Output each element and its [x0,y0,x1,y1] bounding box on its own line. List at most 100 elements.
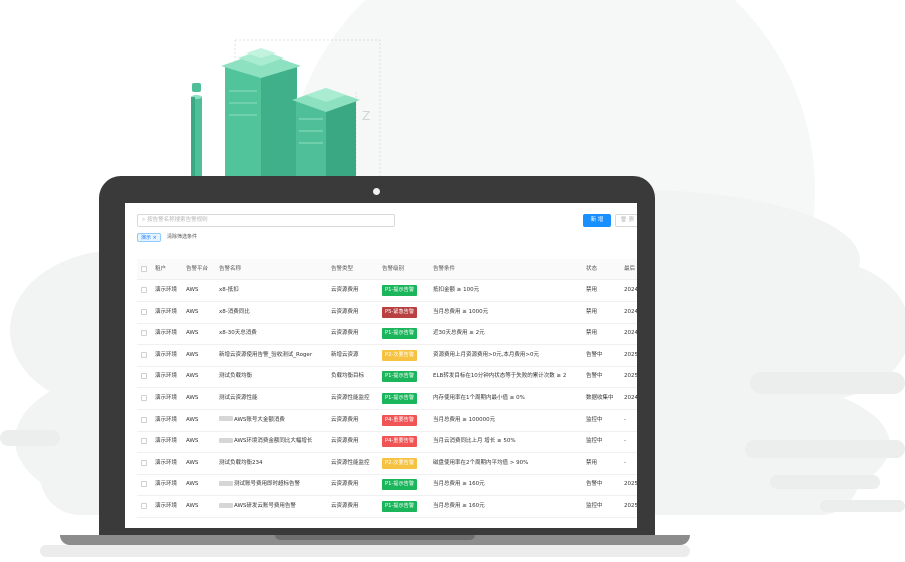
cell-name[interactable]: AWS研发云账号费用告警 [219,496,329,517]
cell-last: - [624,438,626,445]
redacted-block [219,502,233,508]
level-badge: P1-提示告警 [382,285,418,296]
row-checkbox[interactable] [141,373,147,380]
cell-name[interactable]: 测试账号费用即时超标告警 [219,474,329,495]
level-badge: P1-提示告警 [382,501,418,512]
cell-name[interactable]: 测试负载均衡234 [219,453,329,474]
header-type[interactable]: 告警类型 [331,259,381,279]
header-last[interactable]: 最后 [624,259,637,279]
table-row[interactable]: 演示环境 AWS x8-30天总消费 云资源费用 P1-提示告警 近30天总费用 ≥ 2元… [137,323,637,346]
cell-condition: 当月云消费同比上月 增长 ≥ 50% [433,438,516,445]
cell-platform: AWS [186,481,199,488]
app-screen: ⌕ 按告警名称搜索告警规则 新 增 🗑 删 演示 × 清除筛选条件 租户 告警平台… [125,203,637,528]
rule-name-text: AWS研发云账号费用告警 [234,503,296,509]
delete-label: 删 [628,217,635,223]
row-checkbox[interactable] [141,330,147,337]
cell-name[interactable]: 测试负载均衡 [219,366,329,387]
row-checkbox[interactable] [141,438,147,445]
cell-last: 2024 [624,330,637,337]
level-badge: P1-提示告警 [382,393,418,404]
cell-condition: 当月总费用 ≥ 160元 [433,481,485,488]
cell-type: 云资源费用 [331,438,359,445]
level-badge: P1-提示告警 [382,328,418,340]
header-condition[interactable]: 告警条件 [433,259,583,279]
trash-icon: 🗑 [620,217,627,223]
cell-tenant: 演示环境 [155,287,178,293]
cell-status: 数据收集中 [586,395,614,401]
table-row[interactable]: 演示环境 AWS 测试账号费用即时超标告警 云资源费用 P1-提示告警 当月总费用 ≥ 1… [137,474,637,497]
cell-status: 禁用 [586,330,598,337]
cell-platform: AWS [186,308,199,315]
cell-name[interactable]: AWS环境消费金额同比大幅增长 [219,431,329,452]
search-icon: ⌕ [142,217,146,223]
cell-status: 监控中 [586,438,603,445]
pillar-small [191,95,202,177]
filter-tag[interactable]: 演示 × [137,233,161,242]
cell-type: 新增云资源 [331,351,359,358]
cell-last: 2024 [624,395,637,401]
search-input[interactable]: ⌕ 按告警名称搜索告警规则 [137,214,395,227]
pillar-dot [192,83,201,92]
laptop-notch [275,535,475,540]
table-row[interactable]: 演示环境 AWS AWS研发云账号费用告警 云资源费用 P1-提示告警 当月总费用 ≥ 1… [137,496,637,518]
row-checkbox[interactable] [141,503,147,509]
cell-condition: 磁盘使用率在2个周期内平均值 > 90% [433,459,529,466]
cell-name[interactable]: AWS账号大金额消费 [219,410,329,431]
row-checkbox[interactable] [141,416,147,423]
select-all-checkbox[interactable] [141,266,147,272]
cell-tenant: 演示环境 [155,416,178,423]
cell-status: 告警中 [586,351,603,358]
cell-tenant: 演示环境 [155,373,178,380]
table-row[interactable]: 演示环境 AWS 测试负载均衡 负载均衡目标 P1-提示告警 ELB转发目标在10分钟内状… [137,366,637,389]
cell-name[interactable]: x8-30天总消费 [219,323,329,344]
cell-name[interactable]: 新增云资源使用告警_验收测试_Roger [219,345,329,366]
cell-status: 监控中 [586,503,603,509]
table-row[interactable]: 演示环境 AWS AWS账号大金额消费 云资源费用 P4-重要告警 当月总费用 ≥ 100… [137,410,637,432]
cell-last: 2025 [624,503,637,509]
table-row[interactable]: 演示环境 AWS x8-抵扣 云资源费用 P1-提示告警 抵扣金额 ≥ 100元 禁用 202… [137,280,637,302]
delete-button[interactable]: 🗑 删 [615,214,637,227]
level-badge: P2-次要告警 [382,457,418,469]
cell-condition: 抵扣金额 ≥ 100元 [433,287,480,293]
table-row[interactable]: 演示环境 AWS x8-消费同比 云资源费用 P5-紧急告警 当月总费用 ≥ 1000元 禁… [137,302,637,324]
row-checkbox[interactable] [141,287,147,293]
cell-platform: AWS [186,459,199,466]
cell-tenant: 演示环境 [155,330,178,337]
clear-filters-link[interactable]: 清除筛选条件 [167,233,197,242]
close-icon[interactable]: × [153,235,157,241]
cell-status: 告警中 [586,481,603,488]
cell-name[interactable]: x8-抵扣 [219,280,329,301]
header-tenant[interactable]: 租户 [155,259,185,279]
table-row[interactable]: 演示环境 AWS 测试云资源性能 云资源性能监控 P1-提示告警 内存使用率在1个周期内最… [137,388,637,410]
table-row[interactable]: 演示环境 AWS 测试负载均衡234 云资源性能监控 P2-次要告警 磁盘使用率在2个周期… [137,453,637,475]
cell-last: 2024 [624,287,637,293]
cell-condition: 近30天总费用 ≥ 2元 [433,330,485,337]
row-checkbox[interactable] [141,395,147,401]
table-row[interactable]: 演示环境 AWS 新增云资源使用告警_验收测试_Roger 新增云资源 P2-次要告警 资… [137,345,637,367]
table-row[interactable]: 演示环境 AWS AWS环境消费金额同比大幅增长 云资源费用 P4-重要告警 当月云消费同… [137,431,637,454]
row-checkbox[interactable] [141,351,147,358]
cell-name[interactable]: 测试云资源性能 [219,388,329,409]
cell-last: 2025 [624,481,637,488]
cell-type: 云资源费用 [331,503,359,509]
cell-type: 云资源费用 [331,330,359,337]
building-medium [292,88,360,178]
header-name[interactable]: 告警名称 [219,259,327,279]
row-checkbox[interactable] [141,481,147,488]
header-status[interactable]: 状态 [586,259,624,279]
cell-platform: AWS [186,287,199,293]
add-button[interactable]: 新 增 [583,214,611,227]
row-checkbox[interactable] [141,459,147,466]
level-badge: P4-重要告警 [382,436,418,448]
redacted-block [219,480,233,486]
header-platform[interactable]: 告警平台 [186,259,218,279]
cell-platform: AWS [186,395,199,401]
cell-type: 云资源费用 [331,481,359,488]
cell-status: 禁用 [586,287,598,293]
cell-condition: 当月总费用 ≥ 1000元 [433,308,489,315]
header-level[interactable]: 告警级别 [382,259,432,279]
cell-type: 负载均衡目标 [331,373,365,380]
laptop-frame: ⌕ 按告警名称搜索告警规则 新 增 🗑 删 演示 × 清除筛选条件 租户 告警平台… [99,176,655,537]
row-checkbox[interactable] [141,308,147,315]
cell-name[interactable]: x8-消费同比 [219,302,329,323]
